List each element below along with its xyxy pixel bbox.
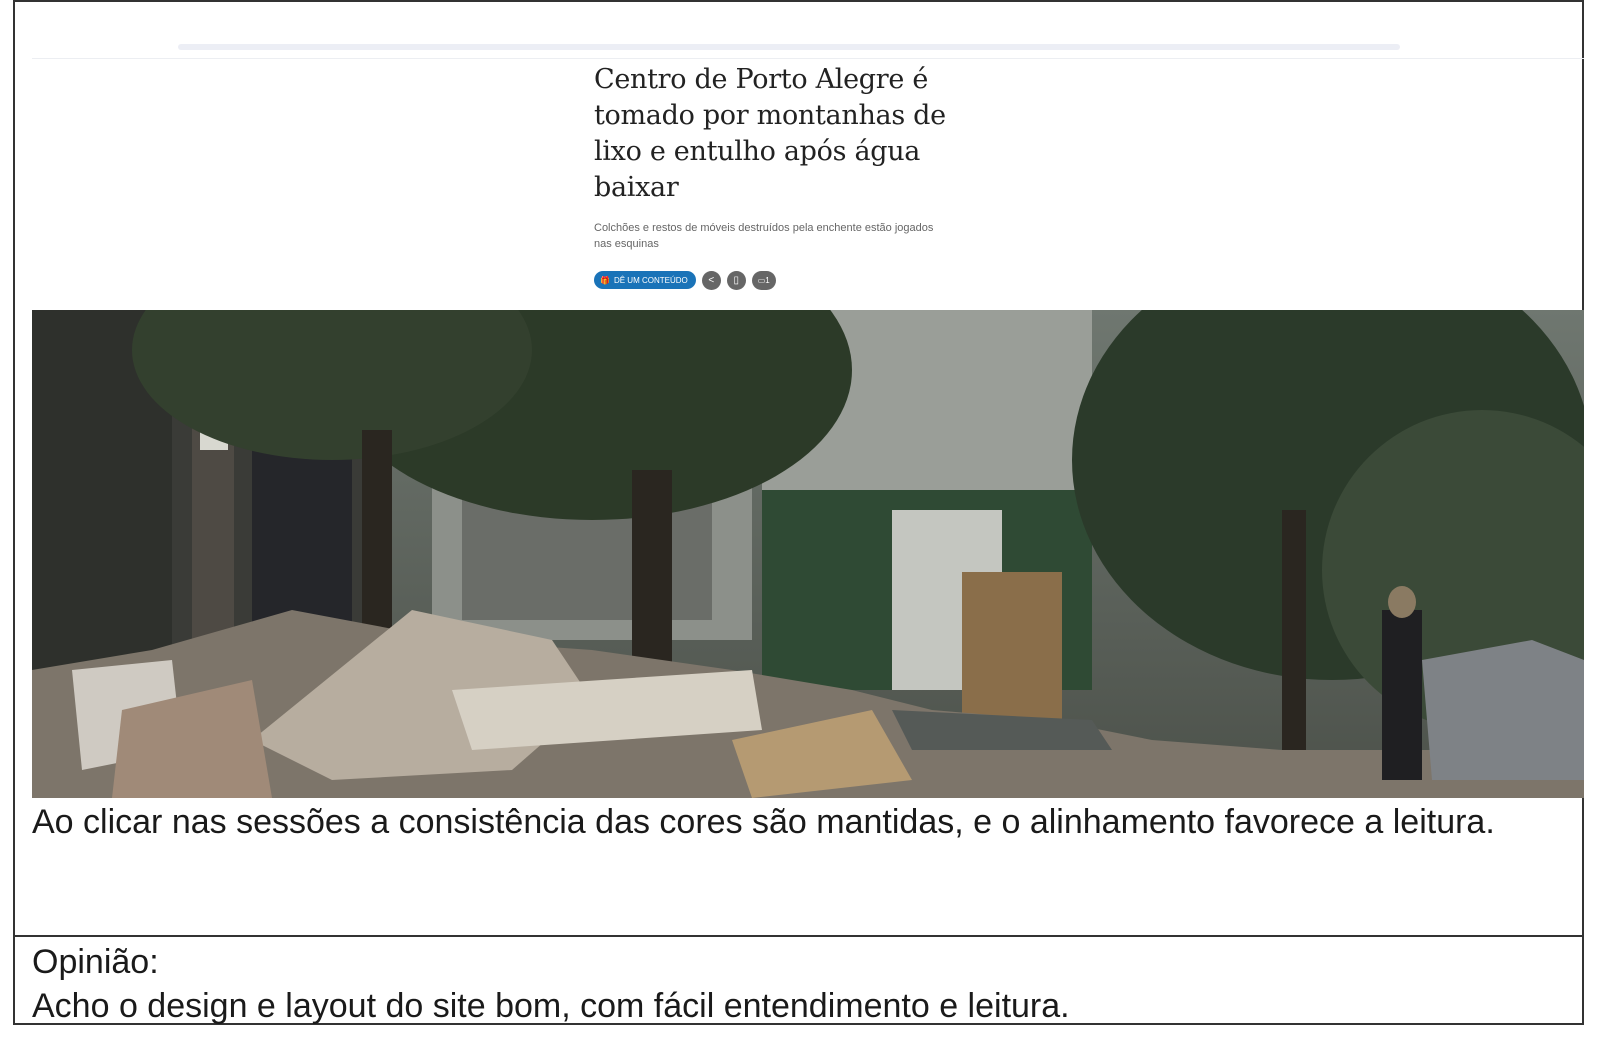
comment-icon: ▭	[757, 275, 766, 285]
horizontal-scrollbar[interactable]	[178, 44, 1400, 50]
comment-count: 1	[765, 275, 770, 285]
article-photo	[32, 310, 1584, 798]
flood-debris-street-photo	[32, 310, 1584, 798]
save-button[interactable]: ▯	[726, 270, 746, 290]
share-button[interactable]: <	[701, 270, 721, 290]
opinion-label: Opinião:	[32, 943, 159, 981]
article-toolbar: 🎁 Dê um conteúdo < ▯ ▭ 1	[594, 270, 776, 290]
share-icon: <	[708, 274, 715, 286]
header-divider	[32, 58, 1584, 59]
gift-icon: 🎁	[600, 275, 610, 285]
gift-content-button[interactable]: 🎁 Dê um conteúdo	[594, 271, 696, 289]
evaluation-caption: Ao clicar nas sessões a consistência das…	[32, 803, 1495, 841]
bookmark-icon: ▯	[733, 274, 739, 286]
opinion-text: Acho o design e layout do site bom, com …	[32, 987, 1070, 1025]
article-headline: Centro de Porto Alegre é tomado por mont…	[594, 64, 946, 203]
section-divider	[13, 935, 1584, 937]
gift-content-label: Dê um conteúdo	[613, 275, 688, 285]
comments-button[interactable]: ▭ 1	[751, 270, 776, 290]
article-subtitle: Colchões e restos de móveis destruídos p…	[594, 222, 934, 250]
